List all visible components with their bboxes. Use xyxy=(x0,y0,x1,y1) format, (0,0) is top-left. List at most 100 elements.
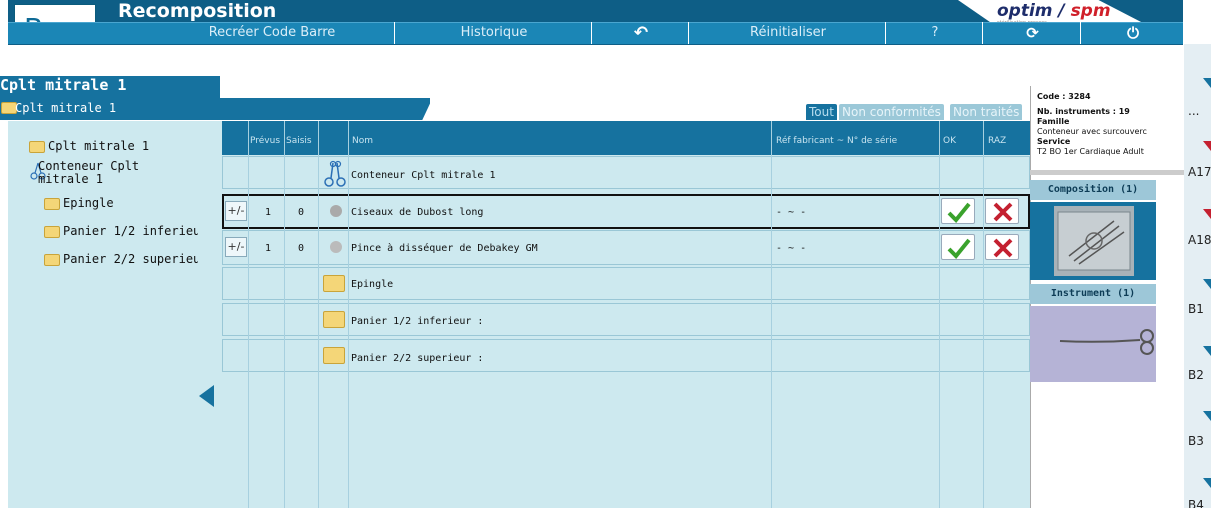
strip-item-b3[interactable]: B3 xyxy=(1188,434,1204,448)
cross-icon xyxy=(993,238,1013,258)
power-icon[interactable]: ⏻ xyxy=(1083,22,1183,44)
check-icon xyxy=(947,238,971,259)
composition-image[interactable] xyxy=(1030,202,1156,280)
row-ref: - ~ - xyxy=(776,243,807,254)
plus-minus-button[interactable]: +/- xyxy=(225,237,247,257)
breadcrumb: Cplt mitrale 1 xyxy=(15,101,117,115)
instrument-image[interactable] xyxy=(1030,306,1156,382)
status-dot-icon xyxy=(330,241,342,253)
info-code: Code : 3284 xyxy=(1037,92,1091,101)
tree-item-panier-1[interactable]: Panier 1/2 inferieur : xyxy=(44,225,222,238)
strip-item-b2[interactable]: B2 xyxy=(1188,368,1204,382)
page-title: Cplt mitrale 1 xyxy=(0,76,127,94)
row-name: Conteneur Cplt mitrale 1 xyxy=(351,170,496,181)
raz-button[interactable] xyxy=(985,198,1019,224)
folder-icon xyxy=(44,253,60,266)
col-divider xyxy=(318,121,319,508)
reset-button[interactable]: Réinitialiser xyxy=(691,22,886,44)
status-dot-icon xyxy=(330,205,342,217)
folder-icon xyxy=(44,197,60,210)
check-icon xyxy=(947,202,971,223)
col-raz: RAZ xyxy=(988,136,1007,146)
tree-item-label: Panier 2/2 superieur xyxy=(63,252,208,266)
instrument-tray-icon xyxy=(1057,211,1131,271)
col-divider xyxy=(939,121,940,508)
info-count: Nb. instruments : 19 xyxy=(1037,107,1130,116)
tab-all[interactable]: Tout xyxy=(806,104,837,120)
col-divider xyxy=(248,121,249,508)
app-title: Recomposition xyxy=(118,0,277,22)
scissors-icon xyxy=(324,160,346,187)
strip-item-more[interactable]: ... xyxy=(1188,104,1199,118)
row-prevus: 1 xyxy=(265,207,272,218)
scissors-photo-icon xyxy=(1059,329,1154,355)
row-name: Panier 1/2 inferieur : xyxy=(351,316,484,327)
info-service: T2 BO 1er Cardiaque Adult xyxy=(1037,147,1144,156)
info-family: Conteneur avec surcouverc xyxy=(1037,127,1147,136)
info-divider xyxy=(1030,170,1184,175)
collapse-arrow-icon[interactable] xyxy=(199,385,214,407)
raz-button[interactable] xyxy=(985,234,1019,260)
undo-icon[interactable]: ↶ xyxy=(594,22,689,44)
info-family-label: Famille xyxy=(1037,117,1070,126)
row-saisis: 0 xyxy=(298,243,305,254)
tree-item-root[interactable]: Cplt mitrale 1 xyxy=(29,140,149,153)
row-prevus: 1 xyxy=(265,243,272,254)
row-name: Panier 2/2 superieur : xyxy=(351,353,484,364)
row-name: Pince à disséquer de Debakey GM xyxy=(351,243,538,254)
col-divider xyxy=(771,121,772,508)
info-service-label: Service xyxy=(1037,137,1071,146)
flag-icon xyxy=(1203,411,1211,421)
strip-item-a17[interactable]: A17 xyxy=(1188,165,1211,179)
tab-non-compliant[interactable]: Non conformités xyxy=(839,104,944,120)
table-row[interactable] xyxy=(222,230,1030,265)
col-divider xyxy=(284,121,285,508)
tree-item-panier-2[interactable]: Panier 2/2 superieur xyxy=(44,253,208,266)
recreate-barcode-button[interactable]: Recréer Code Barre xyxy=(150,22,395,44)
history-button[interactable]: Historique xyxy=(397,22,592,44)
flag-icon xyxy=(1203,346,1211,356)
brand-logo: optim / spm xyxy=(997,1,1111,21)
strip-item-b1[interactable]: B1 xyxy=(1188,302,1204,316)
tree-panel-left xyxy=(8,121,18,508)
tab-not-processed[interactable]: Non traités xyxy=(950,104,1023,120)
instrument-picture xyxy=(1030,306,1156,382)
refresh-icon[interactable]: ⟳ xyxy=(985,22,1081,44)
flag-icon xyxy=(1203,279,1211,289)
cross-icon xyxy=(993,202,1013,222)
col-prevus: Prévus xyxy=(250,136,281,146)
folder-icon xyxy=(44,225,60,238)
folder-icon xyxy=(29,140,45,153)
instrument-header: Instrument (1) xyxy=(1030,284,1156,304)
table-row-selected[interactable] xyxy=(222,194,1030,229)
folder-icon xyxy=(323,347,345,364)
strip-item-a18[interactable]: A18 xyxy=(1188,233,1211,247)
col-ok: OK xyxy=(943,136,956,146)
row-name: Ciseaux de Dubost long xyxy=(351,207,484,218)
plus-minus-button[interactable]: +/- xyxy=(225,201,247,221)
col-divider xyxy=(983,121,984,508)
tree-item-label: Cplt mitrale 1 xyxy=(48,139,150,153)
tray-picture xyxy=(1054,206,1134,276)
row-name: Epingle xyxy=(351,279,394,290)
tree-item-label: Epingle xyxy=(63,196,114,210)
row-ref: - ~ - xyxy=(776,207,807,218)
strip-item-b4[interactable]: B4 xyxy=(1188,498,1204,508)
flag-icon xyxy=(1203,141,1211,151)
col-saisis: Saisis xyxy=(286,136,312,146)
tree-item-epingle[interactable]: Epingle xyxy=(44,197,114,210)
ok-button[interactable] xyxy=(941,234,975,260)
composition-header: Composition (1) xyxy=(1030,180,1156,200)
tree-item-label: Conteneur Cplt mitrale 1 xyxy=(38,159,140,186)
flag-icon xyxy=(1203,78,1211,88)
col-ref: Réf fabricant ~ N° de série xyxy=(776,136,898,146)
row-saisis: 0 xyxy=(298,207,305,218)
help-button[interactable]: ? xyxy=(888,22,983,44)
folder-icon xyxy=(323,275,345,292)
flag-icon xyxy=(1203,478,1211,488)
ok-button[interactable] xyxy=(941,198,975,224)
col-nom: Nom xyxy=(352,136,374,146)
folder-icon xyxy=(323,311,345,328)
collapse-strip[interactable] xyxy=(198,121,222,508)
info-text: Code : 3284 Nb. instruments : 19 Famille… xyxy=(1037,86,1182,157)
